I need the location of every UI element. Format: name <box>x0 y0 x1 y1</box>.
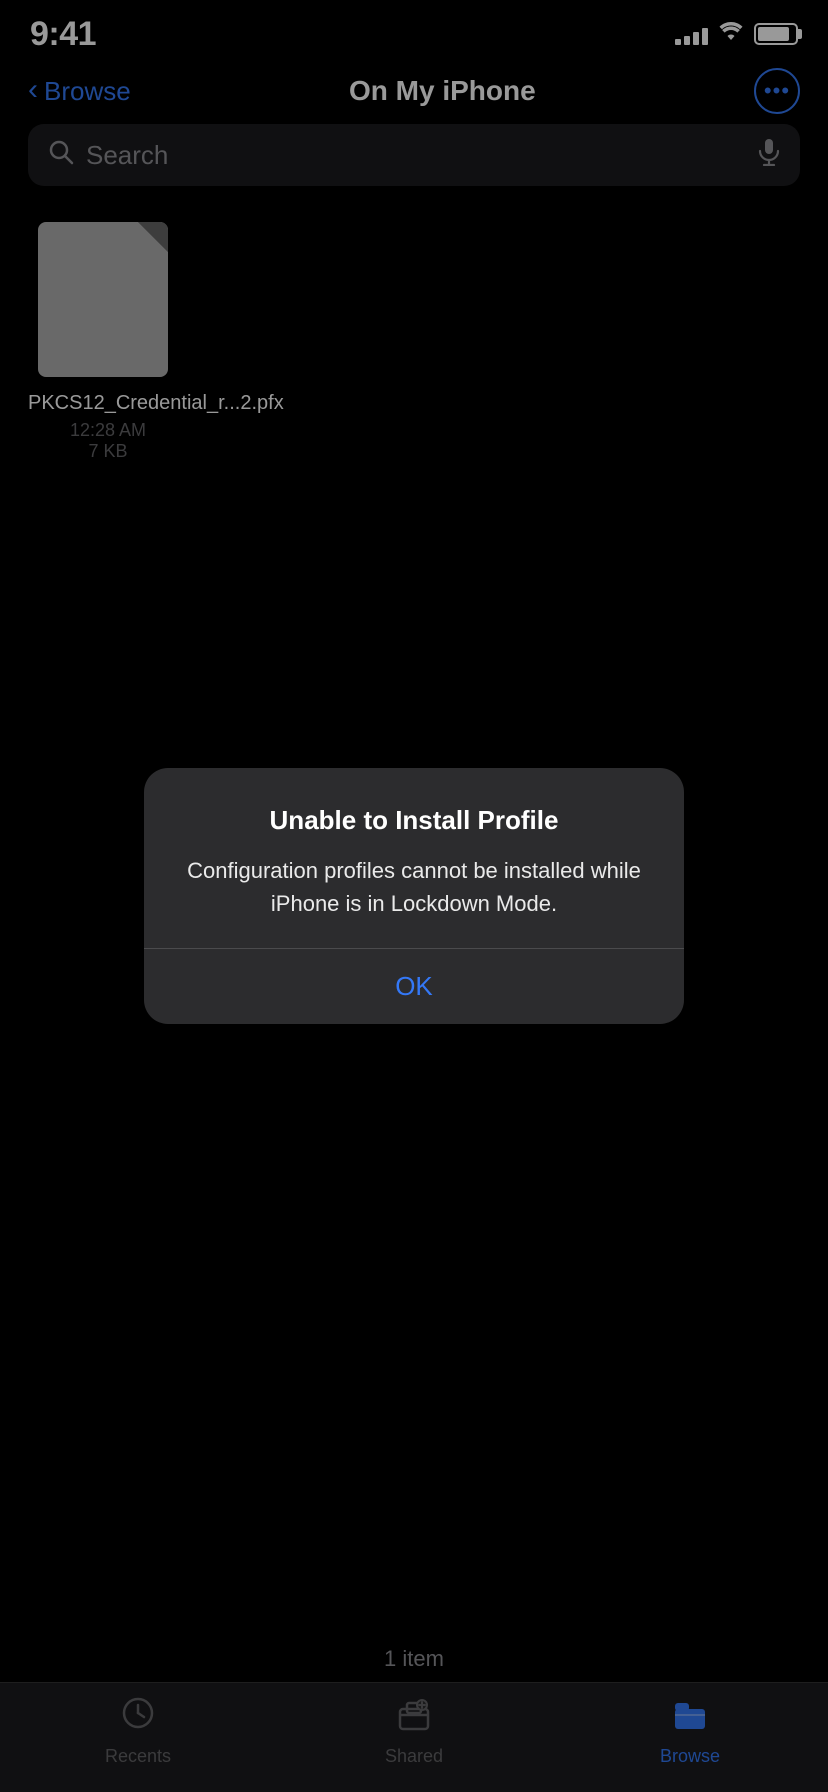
modal-overlay: Unable to Install Profile Configuration … <box>0 0 828 1792</box>
alert-title: Unable to Install Profile <box>180 804 648 838</box>
alert-content: Unable to Install Profile Configuration … <box>144 768 684 948</box>
alert-message: Configuration profiles cannot be install… <box>180 854 648 920</box>
alert-actions: OK <box>144 949 684 1024</box>
ok-button[interactable]: OK <box>144 949 684 1024</box>
alert-dialog: Unable to Install Profile Configuration … <box>144 768 684 1024</box>
